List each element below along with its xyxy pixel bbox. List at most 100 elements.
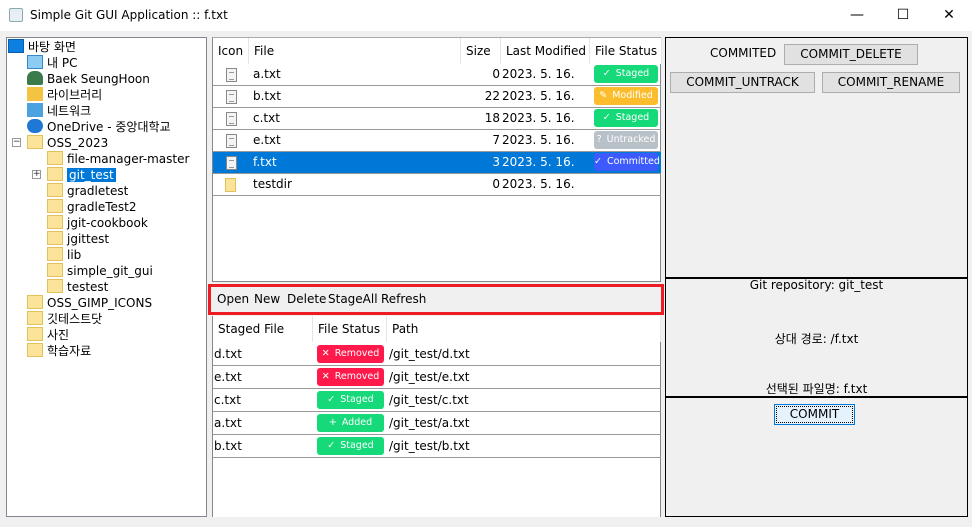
tree-node-item-1[interactable]: Baek SeungHoon — [27, 71, 150, 87]
selected-file-label: 선택된 파일명: f.txt — [765, 382, 868, 396]
status-badge: ✕ Removed — [317, 345, 384, 363]
tree-node-oss-child-1[interactable]: git_test — [47, 167, 116, 183]
table-row[interactable]: c.txt 18 2023. 5. 16. ✓ Staged — [213, 108, 661, 130]
commit-rename-button[interactable]: COMMIT_RENAME — [822, 72, 960, 93]
onedrive-icon — [27, 119, 43, 133]
tree-node-oss-child-0[interactable]: file-manager-master — [47, 151, 189, 167]
tree-node-label: lib — [67, 248, 82, 262]
table-row[interactable]: c.txt ✓ Staged/git_test/c.txt — [213, 389, 661, 412]
folder-icon — [225, 178, 236, 192]
tree-node-oss-child-4[interactable]: jgit-cookbook — [47, 215, 148, 231]
column-header[interactable]: Staged File — [213, 316, 313, 342]
folder-icon — [47, 279, 63, 293]
table-row[interactable]: f.txt 3 2023. 5. 16. ✓ Committed — [213, 152, 661, 174]
file-path: /git_test/b.txt — [389, 439, 470, 453]
computer-icon — [27, 55, 43, 69]
table-row[interactable]: e.txt 7 2023. 5. 16.? Untracked — [213, 130, 661, 152]
status-icon: ✓ — [602, 112, 611, 123]
table-row[interactable]: e.txt ✕ Removed/git_test/e.txt — [213, 366, 661, 389]
table-row[interactable]: d.txt ✕ Removed/git_test/d.txt — [213, 343, 661, 366]
table-row[interactable]: b.txt ✓ Staged/git_test/b.txt — [213, 435, 661, 458]
file-name: testdir — [253, 177, 292, 191]
tree-node-label: gradleTest2 — [67, 200, 137, 214]
commit-delete-button[interactable]: COMMIT_DELETE — [784, 44, 918, 65]
tree-node-more-0[interactable]: OSS_GIMP_ICONS — [27, 295, 152, 311]
tree-node-item-3[interactable]: 네트워크 — [27, 103, 91, 119]
column-header[interactable]: Icon — [213, 38, 249, 64]
expand-toggle[interactable]: + — [32, 170, 41, 179]
tree-node-oss-child-8[interactable]: testest — [47, 279, 108, 295]
tree-node-label: gradletest — [67, 184, 129, 198]
tree-node-item-5[interactable]: OSS_2023 — [27, 135, 108, 151]
tree-node-item-2[interactable]: 라이브러리 — [27, 87, 102, 103]
status-badge: ✎ Modified — [594, 87, 658, 105]
tree-node-oss-child-6[interactable]: lib — [47, 247, 81, 263]
minimize-button[interactable]: — — [834, 0, 880, 31]
tree-node-more-2[interactable]: 사진 — [27, 327, 69, 343]
stage-all-button[interactable]: StageAll — [328, 292, 378, 306]
tree-node-label: Baek SeungHoon — [47, 72, 150, 86]
status-text: Modified — [612, 90, 653, 101]
status-badge: + Added — [317, 414, 384, 432]
column-header[interactable]: File Status — [313, 316, 387, 342]
table-row[interactable]: testdir 0 2023. 5. 16. — [213, 174, 661, 196]
last-modified: 2023. 5. 16. — [502, 133, 575, 147]
staged-table[interactable]: Staged File File Status Path d.txt ✕ Removed /… — [212, 316, 661, 517]
tree-node-more-3[interactable]: 학습자료 — [27, 343, 91, 359]
status-text: Removed — [334, 371, 380, 382]
column-header[interactable]: Last Modified — [501, 38, 590, 64]
maximize-button[interactable]: ☐ — [880, 0, 926, 31]
folder-icon — [27, 311, 43, 325]
status-badge: ? Untracked — [594, 131, 658, 149]
file-table[interactable]: Icon File Size Last Modified File Status a.tx… — [212, 37, 662, 282]
tree-node-label: simple_git_gui — [67, 264, 153, 278]
status-icon: ✓ — [327, 394, 336, 405]
last-modified: 2023. 5. 16. — [502, 67, 575, 81]
column-header[interactable]: File Status — [590, 38, 662, 64]
tree-node-label: jgit-cookbook — [67, 216, 148, 230]
table-row[interactable]: a.txt + Added/git_test/a.txt — [213, 412, 661, 435]
folder-icon — [27, 327, 43, 341]
tree-node-more-1[interactable]: 깃테스트닷 — [27, 311, 102, 327]
status-icon: ? — [596, 134, 602, 145]
commit-button[interactable]: COMMIT — [774, 404, 855, 425]
column-header[interactable]: Size — [461, 38, 501, 64]
repository-label: Git repository: git_test — [749, 278, 884, 292]
table-row[interactable]: a.txt 0 2023. 5. 16. ✓ Staged — [213, 64, 661, 86]
committed-label: COMMITED — [710, 46, 777, 60]
commit-panel: COMMITED COMMIT_DELETE COMMIT_UNTRACK CO… — [665, 37, 968, 517]
refresh-button[interactable]: Refresh — [381, 292, 426, 306]
delete-button[interactable]: Delete — [287, 292, 326, 306]
status-badge: ✓ Committed — [594, 153, 660, 171]
tree-node-label: 라이브러리 — [47, 88, 103, 102]
close-button[interactable]: ✕ — [926, 0, 972, 31]
new-button[interactable]: New — [254, 292, 280, 306]
file-icon — [226, 112, 237, 126]
tree-node-root[interactable]: 바탕 화면 — [8, 39, 76, 55]
column-header[interactable]: File — [249, 38, 461, 64]
folder-icon — [47, 263, 63, 277]
tree-node-item-4[interactable]: OneDrive - 중앙대학교 — [27, 119, 171, 135]
commit-untrack-button[interactable]: COMMIT_UNTRACK — [670, 72, 815, 93]
column-header[interactable]: Path — [387, 316, 661, 342]
tree-node-item-0[interactable]: 내 PC — [27, 55, 77, 71]
status-text: Untracked — [606, 134, 656, 145]
tree-node-label: 사진 — [47, 328, 70, 342]
tree-node-label: 학습자료 — [47, 344, 92, 358]
tree-node-oss-child-7[interactable]: simple_git_gui — [47, 263, 153, 279]
tree-node-oss-child-5[interactable]: jgittest — [47, 231, 109, 247]
status-icon: ✕ — [321, 348, 330, 359]
tree-node-label: jgittest — [67, 232, 110, 246]
collapse-toggle[interactable]: − — [12, 138, 21, 147]
tree-node-oss-child-3[interactable]: gradleTest2 — [47, 199, 137, 215]
window-title: Simple Git GUI Application :: f.txt — [30, 8, 228, 22]
staged-file-name: e.txt — [214, 370, 242, 384]
status-text: Staged — [615, 68, 650, 79]
directory-tree[interactable]: 바탕 화면 내 PC Baek SeungHoon 라이브러리 네트워크 OneDrive… — [6, 37, 207, 517]
file-toolbar: Open New Delete StageAll Refresh — [208, 284, 664, 315]
folder-icon — [47, 247, 63, 261]
open-button[interactable]: Open — [217, 292, 249, 306]
tree-node-oss-child-2[interactable]: gradletest — [47, 183, 128, 199]
tree-node-label: 깃테스트닷 — [47, 312, 103, 326]
table-row[interactable]: b.txt 22 2023. 5. 16. ✎ Modified — [213, 86, 661, 108]
